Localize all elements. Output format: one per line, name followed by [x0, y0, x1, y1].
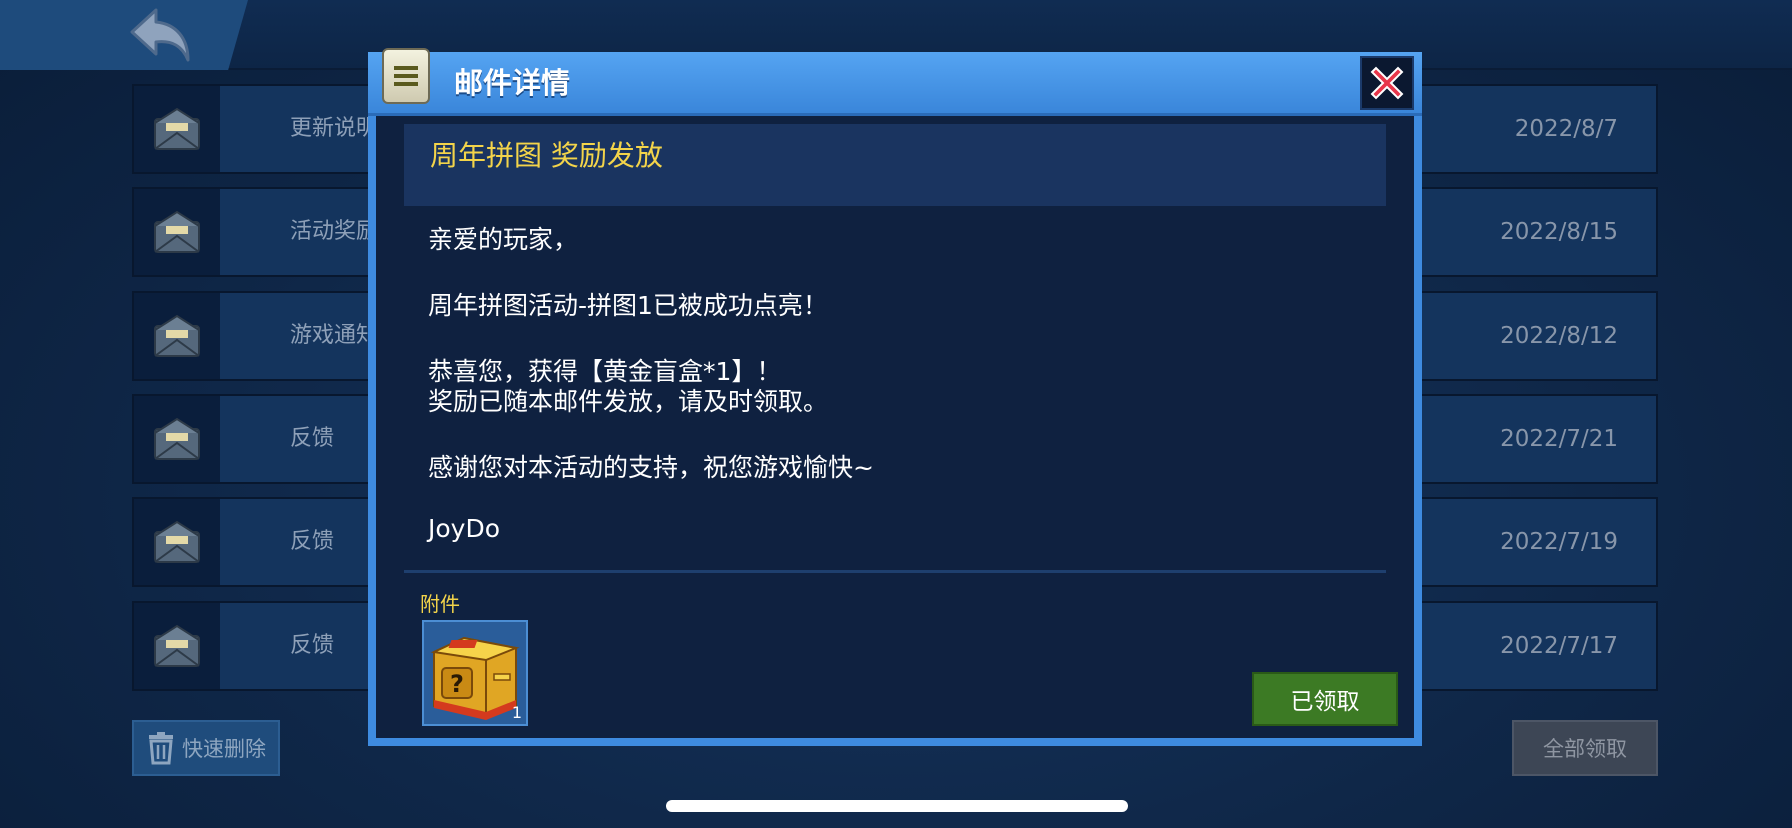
trash-icon	[149, 732, 173, 765]
list-item-subject: 反馈	[290, 529, 335, 554]
list-item-date: 2022/8/15	[1500, 219, 1618, 245]
mail-body-line: JoyDo	[428, 514, 501, 543]
list-item-date: 2022/7/21	[1500, 426, 1618, 452]
close-button[interactable]	[1360, 56, 1414, 110]
list-item-subject: 活动奖励	[290, 219, 379, 244]
mail-body-line: 奖励已随本邮件发放，请及时领取。	[428, 387, 829, 416]
collect-all-label: 全部领取	[1543, 737, 1627, 761]
claimed-button[interactable]: 已领取	[1252, 672, 1398, 726]
back-arrow-icon[interactable]	[126, 4, 196, 64]
svg-text:?: ?	[450, 670, 464, 698]
envelope-icon	[134, 603, 220, 689]
list-item-date: 2022/8/7	[1514, 116, 1618, 142]
claimed-button-label: 已领取	[1290, 689, 1360, 715]
attachment-count: 1	[511, 703, 522, 722]
envelope-icon	[134, 293, 220, 379]
modal-header: 邮件详情	[368, 48, 1422, 116]
attachment-slot[interactable]: ? 1	[422, 620, 528, 726]
subject-band: 周年拼图 奖励发放	[404, 124, 1386, 206]
envelope-icon	[134, 396, 220, 482]
golden-mystery-box-icon: ?	[430, 636, 520, 720]
mail-subject: 周年拼图 奖励发放	[430, 139, 663, 172]
list-item-subject: 游戏通知	[290, 323, 379, 348]
envelope-icon	[134, 86, 220, 172]
close-icon	[1370, 66, 1404, 100]
quick-delete-button[interactable]: 快速删除	[132, 720, 280, 776]
list-item-subject: 更新说明	[290, 116, 379, 141]
list-item-subject: 反馈	[290, 633, 335, 658]
list-icon	[382, 48, 430, 104]
list-item-date: 2022/8/12	[1500, 323, 1618, 349]
modal-title: 邮件详情	[454, 66, 571, 100]
attachment-label: 附件	[420, 592, 460, 616]
list-item-subject: 反馈	[290, 426, 335, 451]
mail-body-line: 感谢您对本活动的支持，祝您游戏愉快~	[428, 453, 874, 482]
divider	[404, 570, 1386, 573]
mail-detail-modal: 邮件详情 周年拼图 奖励发放 亲爱的玩家， 周年拼图活动-拼图1已被成功点亮！ …	[368, 48, 1422, 746]
envelope-icon	[134, 499, 220, 585]
quick-delete-label: 快速删除	[182, 737, 266, 761]
back-tab	[0, 0, 248, 70]
mail-body-line: 周年拼图活动-拼图1已被成功点亮！	[428, 291, 828, 320]
list-item-date: 2022/7/17	[1500, 633, 1618, 659]
home-indicator[interactable]	[666, 800, 1128, 812]
collect-all-button[interactable]: 全部领取	[1512, 720, 1658, 776]
mail-body-line: 亲爱的玩家，	[428, 225, 579, 254]
envelope-icon	[134, 189, 220, 275]
list-item-date: 2022/7/19	[1500, 529, 1618, 555]
